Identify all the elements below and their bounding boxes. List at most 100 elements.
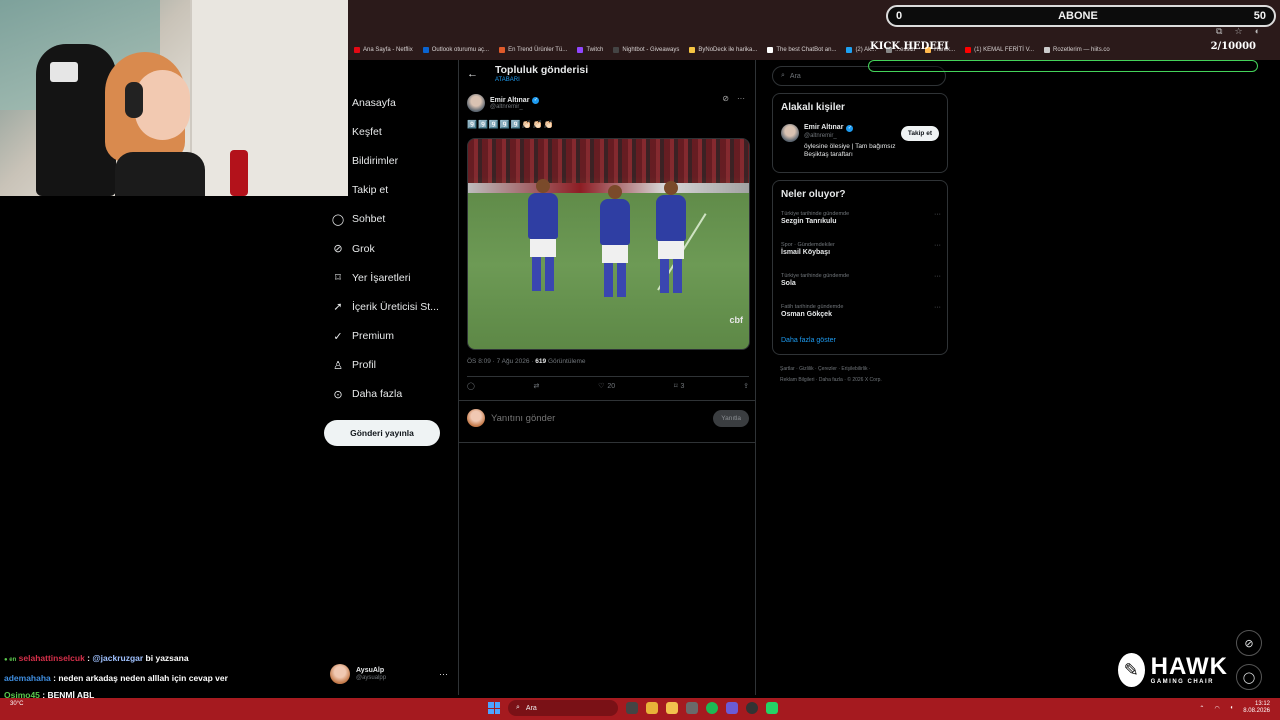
community-name[interactable]: ATABARI — [495, 77, 520, 83]
sidebar-item-search[interactable]: Keşfet — [324, 117, 454, 146]
task-view-icon[interactable] — [626, 702, 638, 714]
share-button[interactable]: ⇪ — [743, 382, 749, 390]
webcam-overlay — [0, 0, 348, 196]
chat-mention[interactable]: @jackruzgar — [92, 653, 143, 663]
avatar[interactable] — [467, 94, 485, 112]
messages-fab-icon[interactable]: ◯ — [1236, 664, 1262, 690]
player-figure — [656, 181, 686, 293]
bookmark-item[interactable]: Outlook oturumu aç... — [422, 47, 489, 53]
reply-submit-button[interactable]: Yanıtla — [713, 409, 749, 427]
chat-username[interactable]: ademahaha — [4, 673, 51, 683]
weather-widget[interactable]: 30°C — [10, 701, 23, 708]
whatsapp-icon[interactable] — [766, 702, 778, 714]
star-icon[interactable]: ☆ — [1234, 26, 1242, 37]
sidebar-item-more-circle[interactable]: ⊙ Daha fazla — [324, 380, 454, 409]
verified-badge-icon: ✓ — [532, 96, 540, 104]
bookmark-item[interactable]: En Trend Ürünler Tü... — [499, 47, 567, 53]
windows-start-icon[interactable] — [488, 702, 500, 714]
more-icon[interactable]: ··· — [934, 273, 941, 280]
extension-icon[interactable]: ⧉ — [1216, 26, 1222, 37]
more-icon[interactable]: ··· — [934, 242, 941, 249]
store-icon[interactable] — [686, 702, 698, 714]
back-arrow-icon[interactable]: ← — [467, 68, 478, 80]
copilot-icon[interactable]: ◐ — [1255, 26, 1260, 37]
follow-button[interactable]: Takip et — [900, 126, 939, 141]
avatar — [467, 409, 485, 427]
discord-icon[interactable] — [726, 702, 738, 714]
trend-item[interactable]: Türkiye tarihinde gündemde Sezgin Tanrıku… — [781, 211, 941, 225]
browser-toolbar-icons: ⧉ ☆ ◐ — [1216, 26, 1260, 37]
bookmark-item[interactable]: Twitch — [577, 47, 603, 53]
author-handle[interactable]: @altnremir_ — [490, 104, 539, 110]
sidebar-item-follow[interactable]: Takip et — [324, 176, 454, 205]
sidebar-item-grok[interactable]: ⊘ Grok — [324, 234, 454, 263]
footer-line[interactable]: Reklam Bilgileri · Daha fazla · © 2026 X… — [780, 375, 940, 386]
show-more-link[interactable]: Daha fazla göster — [781, 337, 836, 344]
bookmark-item[interactable]: Nightbot - Giveaways — [613, 47, 679, 53]
trend-category: Türkiye tarihinde gündemde — [781, 211, 850, 217]
trend-item[interactable]: Spor · Gündemdekiler İsmail Köybaşı ··· — [781, 242, 941, 256]
bookmark-label: Nightbot - Giveaways — [622, 47, 680, 53]
bookmark-button[interactable]: ⌑ 3 — [674, 382, 685, 391]
footer-line[interactable]: Şartlar · Gizlilik · Çerezler · Erişileb… — [780, 364, 940, 375]
chrome-icon[interactable] — [646, 702, 658, 714]
author-name[interactable]: Emir Altınar — [490, 97, 529, 104]
sidebar-item-rocket[interactable]: ➚ İçerik Üreticisi St... — [324, 292, 454, 321]
avatar[interactable] — [781, 124, 799, 142]
stadium-stands — [468, 139, 749, 183]
sub-goal-label: ABONE — [1058, 10, 1098, 22]
more-icon[interactable]: ··· — [737, 94, 745, 103]
tray-chevron-icon[interactable]: ⌃ — [1199, 705, 1204, 712]
spotify-icon[interactable] — [706, 702, 718, 714]
more-icon[interactable]: ··· — [439, 669, 448, 679]
taskbar-search[interactable]: ⌕ Ara — [508, 700, 618, 716]
reply-input[interactable] — [491, 412, 691, 424]
kick-goal-count: 2/10000 — [1210, 41, 1256, 52]
wifi-icon[interactable]: ◠ — [1214, 705, 1219, 712]
trend-item[interactable]: Fatih tarihinde gündemde Osman Gökçek ··· — [781, 304, 941, 318]
steam-icon[interactable] — [746, 702, 758, 714]
chat-message: ademahaha : neden arkadaş neden alllah i… — [4, 670, 324, 688]
like-button[interactable]: ♡ 20 — [598, 382, 615, 391]
reply-button[interactable]: ◯ — [467, 382, 475, 390]
clock[interactable]: 13:12 8.08.2026 — [1243, 701, 1270, 715]
account-switcher[interactable]: AysuAlp @aysualpp ··· — [330, 662, 448, 686]
sidebar-item-person[interactable]: ♙ Profil — [324, 351, 454, 380]
bookmark-favicon-icon — [499, 47, 506, 53]
bookmark-count: 3 — [680, 382, 685, 390]
person-handle[interactable]: @altnremir_ — [804, 133, 914, 141]
repost-button[interactable]: ⇄ — [534, 382, 540, 390]
bookmark-item[interactable]: Ana Sayfa - Netflix — [354, 47, 413, 53]
post-button[interactable]: Gönderi yayınla — [324, 420, 440, 446]
more-circle-icon: ⊙ — [333, 388, 343, 401]
post-time[interactable]: ÖS 8:09 · 7 Ağu 2026 · — [467, 358, 535, 365]
divider — [459, 400, 755, 401]
sidebar-item-bell[interactable]: Bildirimler — [324, 146, 454, 175]
volume-icon[interactable]: ◖ — [1230, 705, 1234, 711]
more-icon[interactable]: ··· — [934, 304, 941, 311]
post-author[interactable]: Emir Altınar ✓ @altnremir_ — [467, 94, 540, 112]
person-name[interactable]: Emir Altınar — [804, 124, 843, 133]
post-media-video[interactable]: cbf — [467, 138, 750, 350]
file-explorer-icon[interactable] — [666, 702, 678, 714]
webcam-thermos — [230, 150, 248, 196]
trend-item[interactable]: Türkiye tarihinde gündemde Sola ··· — [781, 273, 941, 287]
search-placeholder: Ara — [789, 72, 801, 80]
chat-username[interactable]: selahattinselcuk — [19, 653, 85, 663]
sidebar-item-label: Sohbet — [352, 213, 386, 226]
grok-icon[interactable]: ⊘ — [722, 94, 729, 103]
bookmark-item[interactable]: The best ChatBot an... — [767, 47, 836, 53]
sidebar-item-bookmark[interactable]: ⌑ Yer İşaretleri — [324, 263, 454, 292]
sidebar-item-home[interactable]: Anasayfa — [324, 88, 454, 117]
sidebar-item-chat[interactable]: ◯ Sohbet — [324, 205, 454, 234]
bookmark-item[interactable]: ByNoDeck ile harika... — [689, 47, 757, 53]
more-icon[interactable]: ··· — [934, 211, 941, 218]
post-top-icons: ⊘ ··· — [722, 94, 745, 103]
sidebar-item-verified[interactable]: ✓ Premium — [324, 322, 454, 351]
brand-tagline: GAMING CHAIR — [1150, 679, 1215, 685]
trends-title: Neler oluyor? — [781, 189, 846, 200]
grok-fab-icon[interactable]: ⊘ — [1236, 630, 1262, 656]
sidebar-item-label: Profil — [352, 359, 376, 372]
sidebar-item-label: Yer İşaretleri — [352, 271, 411, 284]
post-meta: ÖS 8:09 · 7 Ağu 2026 · 619 Görüntüleme — [467, 358, 586, 365]
